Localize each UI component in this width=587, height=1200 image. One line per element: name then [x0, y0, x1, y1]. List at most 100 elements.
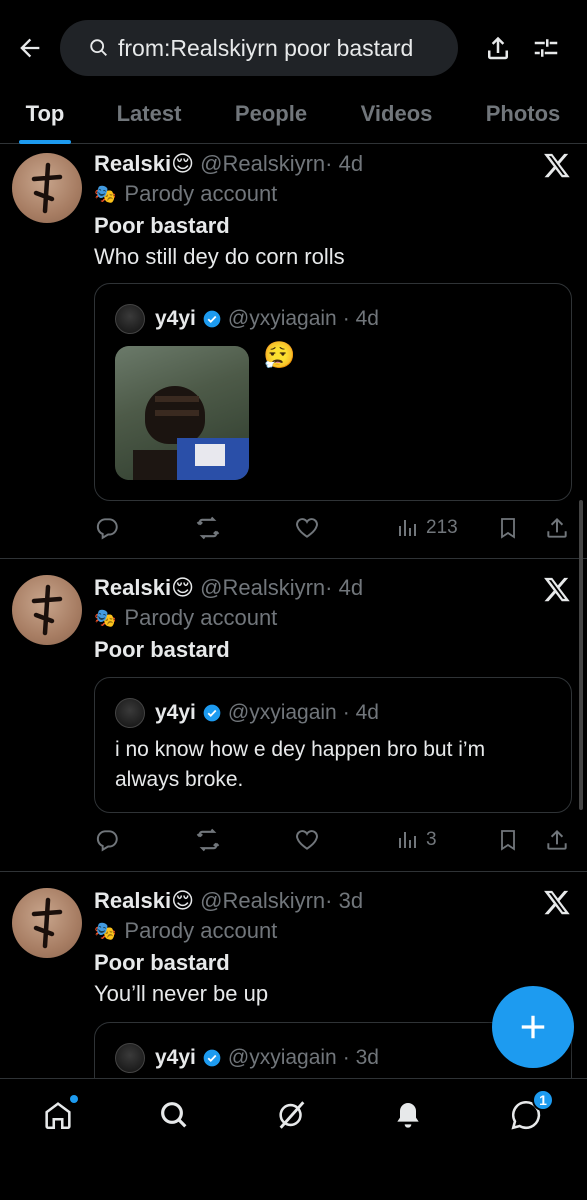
- quoted-author-name: y4yi: [155, 1046, 196, 1069]
- share-icon[interactable]: [544, 825, 570, 855]
- quoted-post-header: y4yi @yxyiagain · 4d: [115, 304, 379, 334]
- author-handle: @Realskiyrn: [200, 888, 326, 913]
- x-logo-icon: [544, 153, 570, 178]
- quoted-author-handle: @yxyiagain: [227, 307, 337, 330]
- messages-badge: 1: [532, 1089, 554, 1111]
- parody-label: 🎭 Parody account: [94, 918, 278, 943]
- compose-button[interactable]: [492, 986, 574, 1068]
- views-count: 3: [426, 829, 437, 850]
- verified-badge-icon: [203, 1049, 221, 1067]
- quoted-post[interactable]: y4yi @yxyiagain · 4d 😮‍💨: [94, 283, 572, 501]
- post-header: Realski😌 @Realskiyrn· 4d: [94, 151, 363, 177]
- back-arrow-icon[interactable]: [12, 30, 48, 66]
- mask-icon: 🎭: [94, 607, 117, 628]
- x-logo-icon: [544, 577, 570, 602]
- plus-icon: [521, 1015, 545, 1039]
- post-actions: 213: [94, 513, 572, 543]
- quoted-author-name: y4yi: [155, 701, 196, 724]
- views-count: 213: [426, 517, 458, 538]
- quoted-post-time: · 4d: [342, 701, 379, 724]
- share-icon[interactable]: [480, 30, 516, 66]
- author-handle: @Realskiyrn: [200, 575, 326, 600]
- repost-icon[interactable]: [194, 513, 222, 543]
- quoted-post-time: · 3d: [342, 1046, 379, 1069]
- tab-videos[interactable]: Videos: [334, 84, 459, 144]
- emoji: 😌: [171, 151, 194, 176]
- views-icon: [399, 520, 416, 536]
- author-name: Realski: [94, 151, 172, 176]
- scrollbar[interactable]: [579, 500, 583, 810]
- search-input[interactable]: from:Realskiyrn poor bastard: [60, 20, 458, 76]
- parody-label: 🎭 Parody account: [94, 605, 278, 630]
- bookmark-icon[interactable]: [496, 825, 520, 855]
- author-handle: @Realskiyrn: [200, 151, 326, 176]
- emoji: 😌: [171, 888, 194, 913]
- bottom-navigation: 1: [0, 1078, 587, 1200]
- quoted-post[interactable]: y4yi @yxyiagain · 4d i no know how e dey …: [94, 677, 572, 813]
- post[interactable]: Realski😌 @Realskiyrn· 4d 🎭 Parody account…: [0, 145, 587, 559]
- avatar: [115, 304, 145, 334]
- verified-badge-icon: [203, 704, 221, 722]
- grok-icon[interactable]: [272, 1095, 312, 1135]
- avatar[interactable]: [12, 888, 82, 958]
- search-query: from:Realskiyrn poor bastard: [118, 34, 414, 61]
- post-title: Poor bastard: [94, 637, 230, 662]
- quoted-post-header: y4yi @yxyiagain · 3d: [115, 1043, 379, 1073]
- search-icon[interactable]: [154, 1095, 194, 1135]
- reply-icon[interactable]: [94, 825, 120, 855]
- mask-icon: 🎭: [94, 920, 117, 941]
- post-header: Realski😌 @Realskiyrn· 3d: [94, 888, 363, 914]
- post-time: · 3d: [325, 888, 364, 913]
- quoted-text-line-2: always broke.: [115, 768, 244, 791]
- filter-settings-icon[interactable]: [528, 30, 564, 66]
- tab-people[interactable]: People: [208, 84, 334, 144]
- like-icon[interactable]: [294, 825, 320, 855]
- verified-badge-icon: [203, 310, 221, 328]
- x-logo-icon: [544, 890, 570, 915]
- quoted-author-handle: @yxyiagain: [227, 1046, 337, 1069]
- post-actions: 3: [94, 825, 572, 855]
- search-tabs: Top Latest People Videos Photos: [0, 84, 587, 144]
- reply-icon[interactable]: [94, 513, 120, 543]
- messages-icon[interactable]: 1: [506, 1089, 554, 1135]
- quoted-post-image[interactable]: [115, 346, 249, 480]
- post-text: You’ll never be up: [94, 981, 269, 1006]
- quoted-text-line-1: i no know how e dey happen bro but i’m: [115, 738, 486, 761]
- emoji: 😌: [171, 575, 194, 600]
- parody-label: 🎭 Parody account: [94, 181, 278, 206]
- views-button[interactable]: 3: [396, 825, 437, 855]
- mask-icon: 🎭: [94, 183, 117, 204]
- post[interactable]: Realski😌 @Realskiyrn· 4d 🎭 Parody account…: [0, 559, 587, 872]
- post-title: Poor bastard: [94, 213, 230, 238]
- bookmark-icon[interactable]: [496, 513, 520, 543]
- quoted-post-header: y4yi @yxyiagain · 4d: [115, 698, 379, 728]
- notification-dot: [70, 1095, 78, 1103]
- quoted-author-name: y4yi: [155, 307, 196, 330]
- author-name: Realski: [94, 888, 172, 913]
- repost-icon[interactable]: [194, 825, 222, 855]
- tab-photos[interactable]: Photos: [459, 84, 587, 144]
- quoted-emoji: 😮‍💨: [263, 340, 296, 370]
- home-icon[interactable]: [38, 1095, 78, 1135]
- tab-top[interactable]: Top: [0, 84, 90, 144]
- avatar[interactable]: [12, 575, 82, 645]
- quoted-author-handle: @yxyiagain: [227, 701, 337, 724]
- views-icon: [399, 832, 416, 848]
- author-name: Realski: [94, 575, 172, 600]
- post-header: Realski😌 @Realskiyrn· 4d: [94, 575, 363, 601]
- quoted-post-time: · 4d: [342, 307, 379, 330]
- post-time: · 4d: [325, 575, 364, 600]
- avatar: [115, 1043, 145, 1073]
- avatar[interactable]: [12, 153, 82, 223]
- views-button[interactable]: 213: [396, 513, 458, 543]
- post-time: · 4d: [325, 151, 364, 176]
- share-icon[interactable]: [544, 513, 570, 543]
- search-icon: [90, 39, 107, 56]
- bell-icon[interactable]: [388, 1095, 428, 1135]
- search-results-feed: Realski😌 @Realskiyrn· 4d 🎭 Parody account…: [0, 145, 587, 1142]
- post-title: Poor bastard: [94, 950, 230, 975]
- avatar: [115, 698, 145, 728]
- post-text: Who still dey do corn rolls: [94, 244, 345, 269]
- tab-latest[interactable]: Latest: [90, 84, 208, 144]
- like-icon[interactable]: [294, 513, 320, 543]
